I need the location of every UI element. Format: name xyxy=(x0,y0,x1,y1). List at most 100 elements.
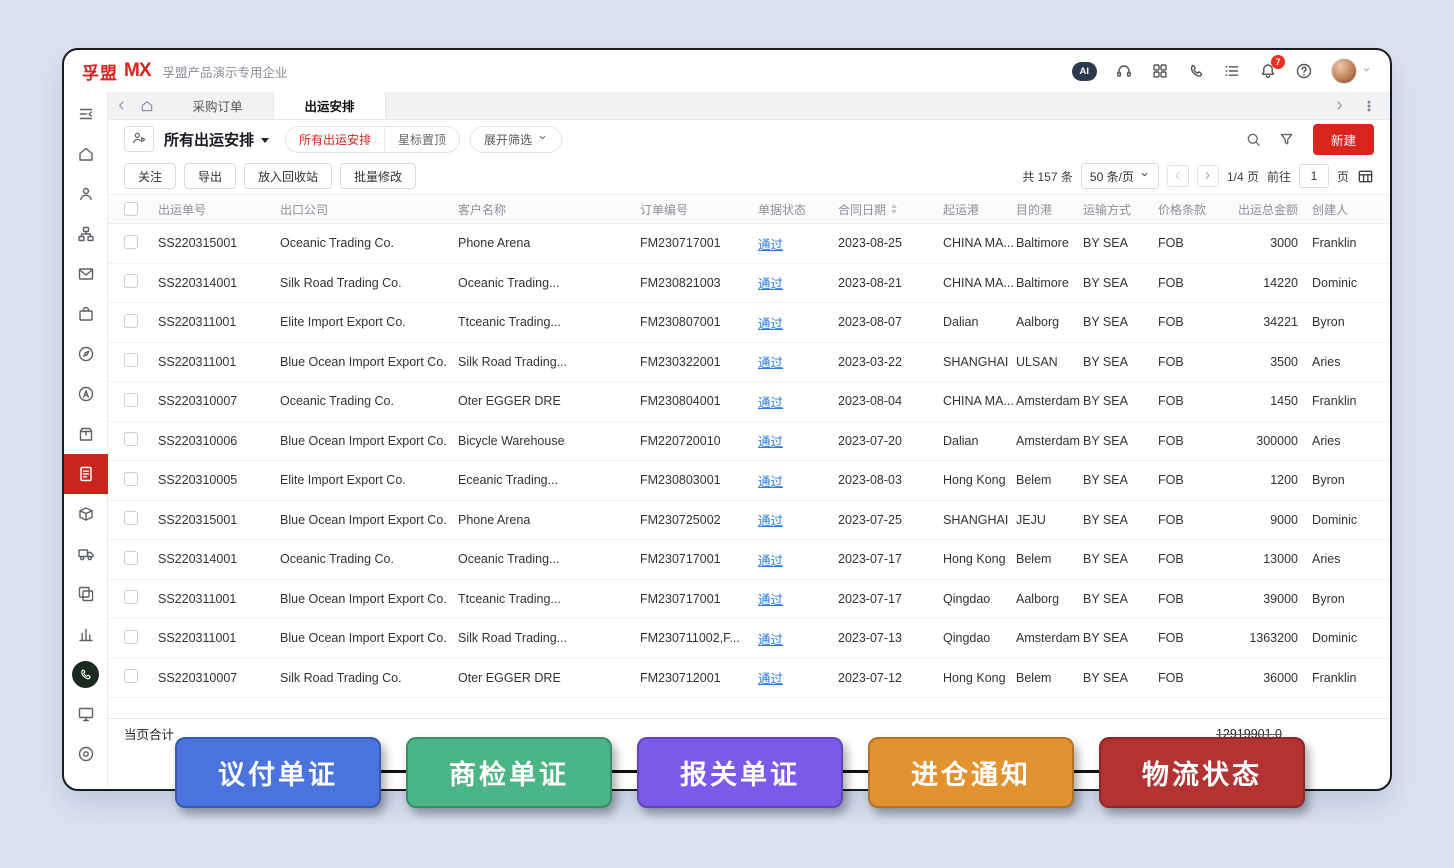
cell-status: 通过 xyxy=(758,668,838,687)
row-checkbox[interactable] xyxy=(124,511,138,525)
row-checkbox[interactable] xyxy=(124,432,138,446)
row-checkbox[interactable] xyxy=(124,630,138,644)
table-row[interactable]: SS220315001Blue Ocean Import Export Co.P… xyxy=(108,501,1390,541)
status-link[interactable]: 通过 xyxy=(758,672,783,686)
next-page-button[interactable] xyxy=(1197,165,1219,187)
sidebar-item-contacts[interactable] xyxy=(64,174,108,214)
status-link[interactable]: 通过 xyxy=(758,435,783,449)
monitor-icon xyxy=(77,705,95,723)
tab-back-icon[interactable] xyxy=(108,99,134,112)
action-button-1[interactable]: 关注 xyxy=(124,163,176,189)
flow-button-5[interactable]: 物流状态 xyxy=(1099,737,1305,808)
table-row[interactable]: SS220311001Blue Ocean Import Export Co.T… xyxy=(108,580,1390,620)
row-checkbox[interactable] xyxy=(124,393,138,407)
page-size-select[interactable]: 50 条/页 xyxy=(1081,163,1159,189)
status-link[interactable]: 通过 xyxy=(758,238,783,252)
row-checkbox[interactable] xyxy=(124,353,138,367)
table-row[interactable]: SS220310007Oceanic Trading Co.Oter EGGER… xyxy=(108,382,1390,422)
status-link[interactable]: 通过 xyxy=(758,514,783,528)
quick-filter-2[interactable]: 星标置顶 xyxy=(384,127,459,152)
avatar[interactable] xyxy=(1331,58,1357,84)
status-link[interactable]: 通过 xyxy=(758,633,783,647)
task-list-icon[interactable] xyxy=(1223,62,1241,80)
row-checkbox[interactable] xyxy=(124,472,138,486)
ai-assistant-badge[interactable]: AI xyxy=(1072,62,1098,81)
support-icon[interactable] xyxy=(1115,62,1133,80)
flow-button-1[interactable]: 议付单证 xyxy=(175,737,381,808)
col-header-date[interactable]: 合同日期 xyxy=(838,201,943,218)
row-checkbox[interactable] xyxy=(124,590,138,604)
tab-home-icon[interactable] xyxy=(134,99,160,113)
prev-page-button[interactable] xyxy=(1167,165,1189,187)
status-link[interactable]: 通过 xyxy=(758,593,783,607)
row-checkbox[interactable] xyxy=(124,235,138,249)
sidebar-item-mail[interactable] xyxy=(64,254,108,294)
apps-grid-icon[interactable] xyxy=(1151,62,1169,80)
tab-1[interactable]: 采购订单 xyxy=(162,92,274,119)
sidebar-item-assistant[interactable] xyxy=(64,374,108,414)
sidebar-item-products[interactable] xyxy=(64,414,108,454)
tab-more-icon[interactable] xyxy=(1356,99,1382,113)
row-checkbox[interactable] xyxy=(124,314,138,328)
sidebar-item-orders[interactable] xyxy=(64,294,108,334)
sidebar-item-home[interactable] xyxy=(64,134,108,174)
sidebar-item-whatsapp-channel[interactable] xyxy=(64,654,108,694)
quick-filter-1[interactable]: 所有出运安排 xyxy=(286,127,384,152)
sidebar-item-collapse-menu[interactable] xyxy=(64,94,108,134)
table-row[interactable]: SS220314001Silk Road Trading Co.Oceanic … xyxy=(108,264,1390,304)
sort-icon[interactable] xyxy=(891,204,897,214)
view-selector[interactable]: 所有出运安排 xyxy=(164,129,269,150)
row-checkbox[interactable] xyxy=(124,669,138,683)
tab-2[interactable]: 出运安排 xyxy=(274,92,386,119)
sidebar-item-reports[interactable] xyxy=(64,614,108,654)
table-row[interactable]: SS220311001Blue Ocean Import Export Co.S… xyxy=(108,343,1390,383)
tab-forward-icon[interactable] xyxy=(1326,99,1352,113)
table-settings-icon[interactable] xyxy=(1357,168,1374,185)
flow-button-3[interactable]: 报关单证 xyxy=(637,737,843,808)
sidebar-item-logistics[interactable] xyxy=(64,534,108,574)
cell-pol: Hong Kong xyxy=(943,671,1016,685)
action-button-4[interactable]: 批量修改 xyxy=(340,163,416,189)
notifications-icon[interactable]: 7 xyxy=(1259,62,1277,80)
select-all-checkbox[interactable] xyxy=(124,202,138,216)
table-row[interactable]: SS220310007Silk Road Trading Co.Oter EGG… xyxy=(108,659,1390,699)
help-icon[interactable] xyxy=(1295,62,1313,80)
table-row[interactable]: SS220311001Blue Ocean Import Export Co.S… xyxy=(108,619,1390,659)
sidebar-item-inventory[interactable] xyxy=(64,494,108,534)
action-button-3[interactable]: 放入回收站 xyxy=(244,163,332,189)
flow-button-4[interactable]: 进仓通知 xyxy=(868,737,1074,808)
status-link[interactable]: 通过 xyxy=(758,317,783,331)
filter-icon[interactable] xyxy=(1278,131,1295,148)
whatsapp-icon[interactable] xyxy=(1187,62,1205,80)
new-button[interactable]: 新建 xyxy=(1313,124,1374,155)
goto-page-input[interactable] xyxy=(1299,164,1329,188)
cell-exporter: Blue Ocean Import Export Co. xyxy=(280,355,458,369)
status-link[interactable]: 通过 xyxy=(758,554,783,568)
sidebar-item-discover[interactable] xyxy=(64,334,108,374)
status-link[interactable]: 通过 xyxy=(758,396,783,410)
table-row[interactable]: SS220310006Blue Ocean Import Export Co.B… xyxy=(108,422,1390,462)
sidebar-item-cards[interactable] xyxy=(64,574,108,614)
table-row[interactable]: SS220310005Elite Import Export Co.Eceani… xyxy=(108,461,1390,501)
cell-date: 2023-03-22 xyxy=(838,355,943,369)
user-avatar-icon[interactable] xyxy=(1331,58,1372,84)
search-icon[interactable] xyxy=(1245,131,1262,148)
table-row[interactable]: SS220311001Elite Import Export Co.Ttcean… xyxy=(108,303,1390,343)
cell-amount: 39000 xyxy=(1238,592,1300,606)
table-row[interactable]: SS220314001Oceanic Trading Co.Oceanic Tr… xyxy=(108,540,1390,580)
table-row[interactable]: SS220315001Oceanic Trading Co.Phone Aren… xyxy=(108,224,1390,264)
sidebar-item-settings[interactable] xyxy=(64,734,108,774)
collapse-icon xyxy=(77,105,95,123)
sidebar-item-organization[interactable] xyxy=(64,214,108,254)
status-link[interactable]: 通过 xyxy=(758,277,783,291)
view-filter-button[interactable] xyxy=(124,126,154,152)
status-link[interactable]: 通过 xyxy=(758,356,783,370)
row-checkbox[interactable] xyxy=(124,551,138,565)
status-link[interactable]: 通过 xyxy=(758,475,783,489)
expand-filter-button[interactable]: 展开筛选 xyxy=(470,126,562,153)
action-button-2[interactable]: 导出 xyxy=(184,163,236,189)
sidebar-item-devices[interactable] xyxy=(64,694,108,734)
row-checkbox[interactable] xyxy=(124,274,138,288)
flow-button-2[interactable]: 商检单证 xyxy=(406,737,612,808)
sidebar-item-shipping-documents[interactable] xyxy=(64,454,108,494)
